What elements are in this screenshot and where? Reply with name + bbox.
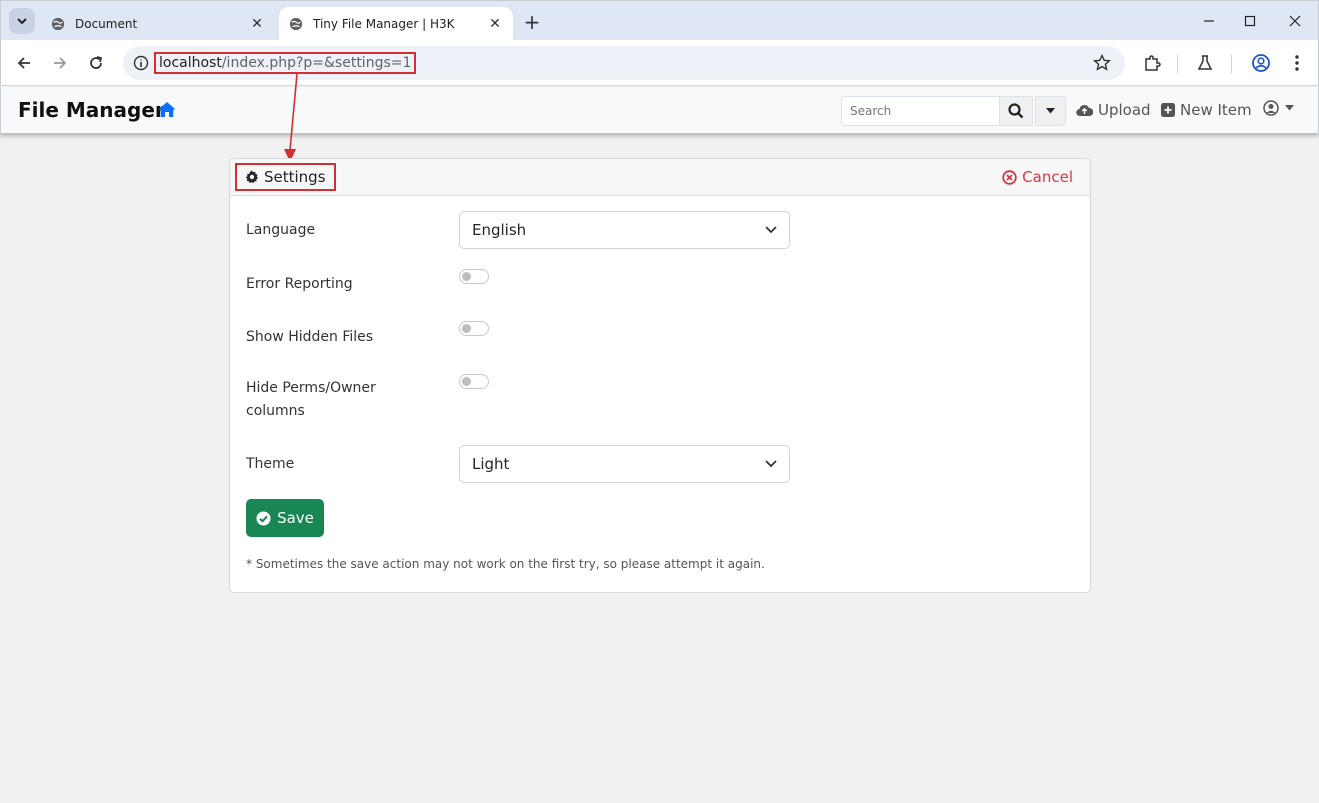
theme-label: Theme xyxy=(246,456,295,472)
url-text[interactable]: localhost/index.php?p=&settings=1 xyxy=(154,52,417,74)
app-navbar: File Manager Upload New Item xyxy=(0,87,1319,133)
hide-perms-label-line2: columns xyxy=(246,403,305,419)
hide-perms-label-line1: Hide Perms/Owner xyxy=(246,380,376,396)
caret-down-icon xyxy=(1046,108,1055,114)
close-window-button[interactable] xyxy=(1283,9,1307,33)
back-button[interactable] xyxy=(12,51,36,75)
info-icon[interactable] xyxy=(133,55,149,71)
new-item-label: New Item xyxy=(1180,101,1252,119)
tab-title: Document xyxy=(75,17,138,31)
user-circle-icon xyxy=(1263,100,1279,116)
cancel-label: Cancel xyxy=(1022,168,1073,186)
labs-button[interactable] xyxy=(1193,51,1217,75)
chevron-down-icon xyxy=(17,18,27,25)
globe-icon xyxy=(289,17,303,31)
hide-perms-toggle[interactable] xyxy=(459,374,489,389)
error-reporting-label: Error Reporting xyxy=(246,276,353,292)
maximize-icon xyxy=(1244,15,1256,27)
new-item-link[interactable]: New Item xyxy=(1161,101,1252,119)
browser-toolbar: localhost/index.php?p=&settings=1 xyxy=(0,40,1319,86)
error-reporting-toggle[interactable] xyxy=(459,269,489,284)
profile-icon xyxy=(1252,54,1270,72)
browser-menu-button[interactable] xyxy=(1285,51,1309,75)
settings-title: Settings xyxy=(235,163,336,191)
profile-button[interactable] xyxy=(1249,51,1273,75)
search-icon xyxy=(1008,103,1024,119)
save-button[interactable]: Save xyxy=(246,499,324,537)
tab-title: Tiny File Manager | H3K xyxy=(313,17,455,31)
chevron-down-icon xyxy=(765,226,777,234)
tab-tiny-file-manager[interactable]: Tiny File Manager | H3K ✕ xyxy=(279,7,513,41)
show-hidden-files-label: Show Hidden Files xyxy=(246,329,374,345)
hide-perms-label: Hide Perms/Owner columns xyxy=(246,377,376,423)
flask-icon xyxy=(1197,55,1213,70)
arrow-left-icon xyxy=(17,57,30,69)
more-vertical-icon xyxy=(1295,55,1299,71)
save-label: Save xyxy=(277,509,314,527)
brand-title[interactable]: File Manager xyxy=(18,98,165,122)
forward-button[interactable] xyxy=(48,51,72,75)
close-icon[interactable]: ✕ xyxy=(485,14,505,34)
settings-title-text: Settings xyxy=(264,168,326,186)
theme-select[interactable]: Light xyxy=(459,445,790,483)
search-options-dropdown[interactable] xyxy=(1035,96,1066,126)
tab-search-button[interactable] xyxy=(9,8,35,34)
globe-icon xyxy=(51,17,65,31)
toolbar-separator xyxy=(1177,55,1178,73)
url-path: /index.php?p=&settings=1 xyxy=(221,55,412,71)
star-icon[interactable] xyxy=(1093,54,1111,72)
caret-down-icon xyxy=(1285,105,1294,111)
close-icon[interactable]: ✕ xyxy=(247,14,267,34)
puzzle-icon xyxy=(1145,55,1161,71)
language-label: Language xyxy=(246,222,316,238)
check-circle-icon xyxy=(256,511,271,525)
theme-selected-value: Light xyxy=(472,455,510,473)
toolbar-separator xyxy=(1231,55,1232,73)
address-bar[interactable]: localhost/index.php?p=&settings=1 xyxy=(123,46,1125,80)
search-input[interactable] xyxy=(841,96,999,126)
plus-square-icon xyxy=(1161,103,1175,117)
settings-card: Settings Cancel Language English Error R… xyxy=(229,158,1091,593)
language-select[interactable]: English xyxy=(459,211,790,249)
home-icon[interactable] xyxy=(158,101,176,118)
show-hidden-files-toggle[interactable] xyxy=(459,321,489,336)
cancel-link[interactable]: Cancel xyxy=(1002,168,1073,186)
upload-link[interactable]: Upload xyxy=(1076,101,1151,119)
cloud-upload-icon xyxy=(1076,104,1093,117)
close-icon xyxy=(1289,15,1301,27)
minimize-button[interactable] xyxy=(1197,9,1221,33)
settings-card-header: Settings Cancel xyxy=(230,159,1090,196)
reload-icon xyxy=(90,56,103,69)
browser-tab-bar: Document ✕ Tiny File Manager | H3K ✕ + xyxy=(0,0,1319,41)
upload-label: Upload xyxy=(1098,101,1151,119)
language-selected-value: English xyxy=(472,221,527,239)
tab-document[interactable]: Document ✕ xyxy=(41,7,275,41)
gear-icon xyxy=(245,170,259,184)
times-circle-icon xyxy=(1002,169,1017,185)
new-tab-button[interactable]: + xyxy=(521,10,543,34)
arrow-right-icon xyxy=(54,57,67,69)
save-note: * Sometimes the save action may not work… xyxy=(246,557,765,571)
user-menu[interactable] xyxy=(1263,100,1294,116)
maximize-button[interactable] xyxy=(1238,9,1262,33)
url-host: localhost xyxy=(159,55,222,71)
reload-button[interactable] xyxy=(84,51,108,75)
search-button[interactable] xyxy=(999,96,1033,126)
chevron-down-icon xyxy=(765,460,777,468)
extensions-button[interactable] xyxy=(1140,51,1164,75)
minimize-icon xyxy=(1204,20,1214,22)
